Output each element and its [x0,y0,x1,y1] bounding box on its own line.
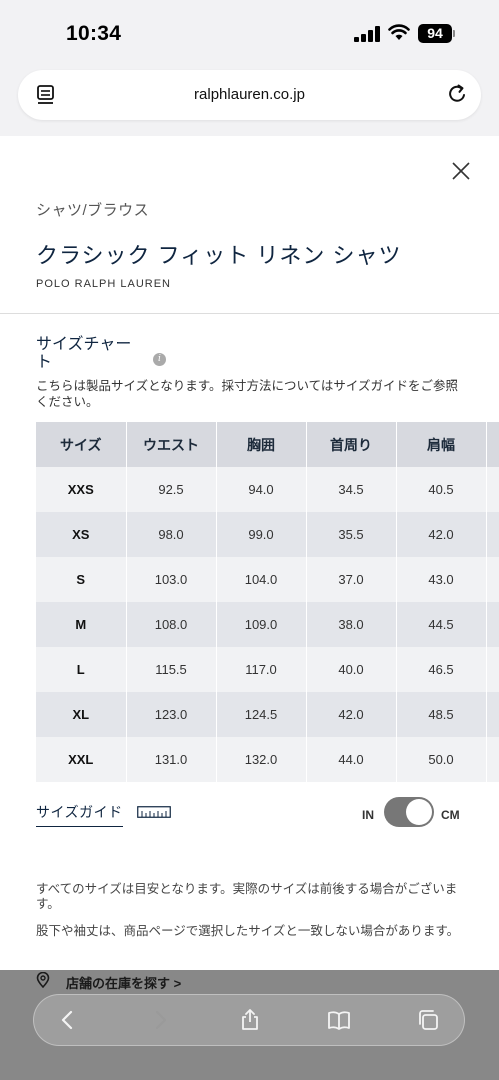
table-cell [486,512,499,557]
table-cell: 40.0 [306,647,397,692]
table-cell: 117.0 [216,647,307,692]
size-chart-table[interactable]: サイズ ウエスト 胸囲 首周り 肩幅 XXS 92.5 94.0 34.5 40… [36,422,499,783]
table-header-row: サイズ ウエスト 胸囲 首周り 肩幅 [36,422,499,467]
table-cell: 109.0 [216,602,307,647]
address-bar[interactable]: ralphlauren.co.jp [18,70,481,120]
size-chart-note: こちらは製品サイズとなります。採寸方法についてはサイズガイドをご参照ください。 [36,379,459,409]
table-cell: 131.0 [126,737,217,782]
table-cell: 115.5 [126,647,217,692]
share-icon[interactable] [238,1008,262,1032]
store-stock-link[interactable]: 店舗の在庫を探す > [66,973,181,992]
table-cell: 94.0 [216,467,307,512]
table-row: XL 123.0 124.5 42.0 48.5 [36,692,499,737]
table-row: L 115.5 117.0 40.0 46.5 [36,647,499,692]
table-cell [486,602,499,647]
info-icon[interactable]: i [153,353,166,366]
table-cell: 132.0 [216,737,307,782]
size-chart-title: サイズチャート [36,336,132,371]
back-icon[interactable] [56,1008,80,1032]
product-brand: POLO RALPH LAUREN [36,278,171,290]
ruler-icon[interactable] [137,806,171,818]
bookmarks-icon[interactable] [327,1008,351,1032]
table-cell: XXL [36,737,127,782]
unit-in-label: IN [362,808,374,822]
table-cell [486,737,499,782]
header-chest: 胸囲 [216,422,307,467]
table-cell: 38.0 [306,602,397,647]
table-row: M 108.0 109.0 38.0 44.5 [36,602,499,647]
table-cell: 108.0 [126,602,217,647]
table-cell: 99.0 [216,512,307,557]
cellular-signal-icon [354,26,380,42]
table-cell: 35.5 [306,512,397,557]
header-size: サイズ [36,422,127,467]
table-cell: 42.0 [396,512,487,557]
table-row: XS 98.0 99.0 35.5 42.0 [36,512,499,557]
table-cell: XXS [36,467,127,512]
table-cell [486,692,499,737]
divider [0,313,499,314]
table-row: XXS 92.5 94.0 34.5 40.5 [36,467,499,512]
table-cell: L [36,647,127,692]
tabs-icon[interactable] [416,1008,440,1032]
disclaimer-text: 股下や袖丈は、商品ページで選択したサイズと一致しない場合があります。 [36,924,460,938]
battery-icon: 94 [418,24,452,43]
reload-icon[interactable] [446,82,470,106]
table-cell: 50.0 [396,737,487,782]
toggle-knob [406,799,432,825]
table-row: S 103.0 104.0 37.0 43.0 [36,557,499,602]
table-cell: S [36,557,127,602]
table-cell: 92.5 [126,467,217,512]
table-cell: 40.5 [396,467,487,512]
table-cell: 44.0 [306,737,397,782]
unit-cm-label: CM [441,808,460,822]
location-pin-icon [36,972,50,988]
status-bar: 10:34 94 [0,0,499,64]
table-cell: 48.5 [396,692,487,737]
size-guide-link[interactable]: サイズガイド [36,802,123,827]
close-icon[interactable] [450,160,472,182]
table-cell: XS [36,512,127,557]
header-more [486,422,499,467]
disclaimer-text: すべてのサイズは目安となります。実際のサイズは前後する場合がございます。 [36,882,458,911]
header-shoulder: 肩幅 [396,422,487,467]
table-cell [486,467,499,512]
table-cell: M [36,602,127,647]
battery-tip [453,30,455,37]
header-neck: 首周り [306,422,397,467]
table-cell: 42.0 [306,692,397,737]
table-cell: 124.5 [216,692,307,737]
table-cell: 98.0 [126,512,217,557]
unit-toggle[interactable] [384,797,434,827]
table-cell [486,647,499,692]
header-waist: ウエスト [126,422,217,467]
forward-icon[interactable] [148,1008,172,1032]
table-cell: 46.5 [396,647,487,692]
table-cell: 37.0 [306,557,397,602]
table-row: XXL 131.0 132.0 44.0 50.0 [36,737,499,782]
table-cell: 43.0 [396,557,487,602]
url-text: ralphlauren.co.jp [194,86,305,103]
table-cell: 104.0 [216,557,307,602]
table-cell: 44.5 [396,602,487,647]
table-cell: 103.0 [126,557,217,602]
wifi-icon [388,24,410,40]
table-cell: 123.0 [126,692,217,737]
status-time: 10:34 [66,22,122,45]
table-cell: XL [36,692,127,737]
product-category: シャツ/ブラウス [36,202,150,219]
product-title: クラシック フィット リネン シャツ [36,243,402,268]
table-cell: 34.5 [306,467,397,512]
table-cell [486,557,499,602]
